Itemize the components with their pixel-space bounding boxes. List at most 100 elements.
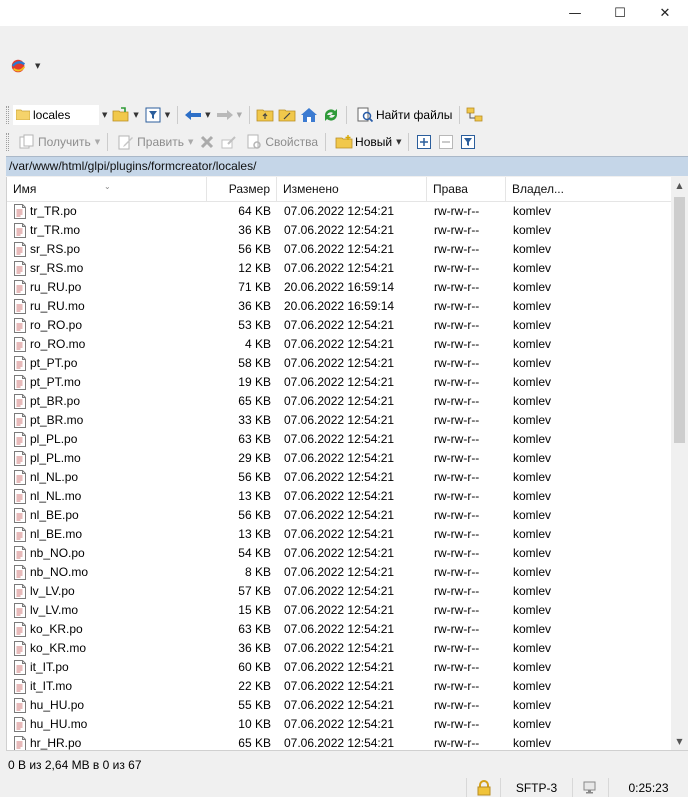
parent-directory-icon[interactable] [256,106,274,124]
file-name-cell[interactable]: pl_PL.po [14,430,77,449]
table-row[interactable]: nl_BE.po 56 KB 07.06.2022 12:54:21 rw-rw-r-… [7,506,671,525]
file-name-cell[interactable]: nl_NL.po [14,468,78,487]
download-button[interactable]: Получить [13,131,94,153]
file-name-cell[interactable]: lv_LV.mo [14,601,78,620]
file-name-cell[interactable]: ru_RU.po [14,278,81,297]
filter-icon[interactable] [144,106,162,124]
table-row[interactable]: pt_BR.mo 33 KB 07.06.2022 12:54:21 rw-rw-r-… [7,411,671,430]
table-row[interactable]: nb_NO.mo 8 KB 07.06.2022 12:54:21 rw-rw-r--… [7,563,671,582]
location-combo[interactable]: locales [13,105,99,125]
file-name-cell[interactable]: tr_TR.mo [14,221,80,240]
new-button[interactable]: Новый [330,131,395,153]
table-row[interactable]: sr_RS.mo 12 KB 07.06.2022 12:54:21 rw-rw-r-… [7,259,671,278]
file-name-cell[interactable]: ro_RO.po [14,316,82,335]
open-folder-icon[interactable] [112,106,130,124]
table-row[interactable]: pt_PT.mo 19 KB 07.06.2022 12:54:21 rw-rw-r-… [7,373,671,392]
file-name-cell[interactable]: nl_BE.mo [14,525,82,544]
table-row[interactable]: nb_NO.po 54 KB 07.06.2022 12:54:21 rw-rw-r-… [7,544,671,563]
tree-view-icon[interactable] [466,106,484,124]
vertical-scrollbar[interactable]: ▲ ▼ [671,177,688,750]
file-name-cell[interactable]: ko_KR.mo [14,639,86,658]
file-name-cell[interactable]: pl_PL.mo [14,449,81,468]
chevron-down-icon[interactable]: ▼ [133,111,138,119]
home-icon[interactable] [300,106,318,124]
table-row[interactable]: ko_KR.po 63 KB 07.06.2022 12:54:21 rw-rw-r-… [7,620,671,639]
delete-icon[interactable] [198,133,216,151]
chevron-down-icon[interactable]: ▼ [205,111,210,119]
root-directory-icon[interactable] [278,106,296,124]
column-header-rights[interactable]: Права [427,177,506,202]
file-name-cell[interactable]: ru_RU.mo [14,297,85,316]
table-row[interactable]: ro_RO.mo 4 KB 07.06.2022 12:54:21 rw-rw-r--… [7,335,671,354]
file-name-cell[interactable]: nb_NO.mo [14,563,88,582]
session-menu[interactable]: ▼ [8,57,43,75]
select-minus-icon[interactable] [437,133,455,151]
table-row[interactable]: nl_BE.mo 13 KB 07.06.2022 12:54:21 rw-rw-r-… [7,525,671,544]
table-row[interactable]: lv_LV.po 57 KB 07.06.2022 12:54:21 rw-rw-r-… [7,582,671,601]
file-name-cell[interactable]: sr_RS.po [14,240,80,259]
file-name-cell[interactable]: nl_BE.po [14,506,79,525]
scroll-up-arrow-icon[interactable]: ▲ [671,177,688,194]
file-name-cell[interactable]: ko_KR.po [14,620,83,639]
table-row[interactable]: pl_PL.po 63 KB 07.06.2022 12:54:21 rw-rw-r-… [7,430,671,449]
table-row[interactable]: nl_NL.po 56 KB 07.06.2022 12:54:21 rw-rw-r-… [7,468,671,487]
file-name-cell[interactable]: pt_PT.mo [14,373,81,392]
chevron-down-icon[interactable]: ▼ [237,111,242,119]
toolbar-grip[interactable] [6,133,9,151]
file-name-cell[interactable]: it_IT.po [14,658,69,677]
scroll-down-arrow-icon[interactable]: ▼ [671,733,688,750]
file-name-cell[interactable]: nb_NO.po [14,544,85,563]
file-name-cell[interactable]: ro_RO.mo [14,335,85,354]
table-row[interactable]: tr_TR.po 64 KB 07.06.2022 12:54:21 rw-rw-r-… [7,202,671,221]
scrollbar-thumb[interactable] [674,197,685,443]
table-row[interactable]: lv_LV.mo 15 KB 07.06.2022 12:54:21 rw-rw-r-… [7,601,671,620]
file-name-cell[interactable]: hu_HU.mo [14,715,87,734]
find-files-button[interactable]: Найти файлы [351,104,455,126]
table-row[interactable]: sr_RS.po 56 KB 07.06.2022 12:54:21 rw-rw-r-… [7,240,671,259]
select-plus-icon[interactable] [415,133,433,151]
table-row[interactable]: it_IT.po 60 KB 07.06.2022 12:54:21 rw-rw-r-… [7,658,671,677]
chevron-down-icon[interactable]: ▼ [396,138,401,146]
path-bar[interactable]: /var/www/html/glpi/plugins/formcreator/l… [6,156,688,176]
chevron-down-icon[interactable]: ▼ [35,62,40,70]
column-header-name[interactable]: Имя ⌄ [7,177,207,202]
file-name-cell[interactable]: sr_RS.mo [14,259,83,278]
column-header-modified[interactable]: Изменено [277,177,427,202]
edit-button[interactable]: Править [112,131,187,153]
table-row[interactable]: hr_HR.po 65 KB 07.06.2022 12:54:21 rw-rw-r-… [7,734,671,750]
column-header-size[interactable]: Размер [207,177,277,202]
rename-icon[interactable] [220,133,238,151]
chevron-down-icon[interactable]: ▼ [188,138,193,146]
table-row[interactable]: ko_KR.mo 36 KB 07.06.2022 12:54:21 rw-rw-r-… [7,639,671,658]
table-row[interactable]: hu_HU.mo 10 KB 07.06.2022 12:54:21 rw-rw-r-… [7,715,671,734]
chevron-down-icon[interactable]: ▼ [165,111,170,119]
table-row[interactable]: ro_RO.po 53 KB 07.06.2022 12:54:21 rw-rw-r-… [7,316,671,335]
forward-arrow-icon[interactable] [216,106,234,124]
table-row[interactable]: hu_HU.po 55 KB 07.06.2022 12:54:21 rw-rw-r-… [7,696,671,715]
table-row[interactable]: it_IT.mo 22 KB 07.06.2022 12:54:21 rw-rw-r-… [7,677,671,696]
filter-select-icon[interactable] [459,133,477,151]
file-name-cell[interactable]: hu_HU.po [14,696,84,715]
maximize-button[interactable]: ☐ [597,0,643,26]
file-name-cell[interactable]: hr_HR.po [14,734,81,750]
table-row[interactable]: ru_RU.po 71 KB 20.06.2022 16:59:14 rw-rw-r-… [7,278,671,297]
close-button[interactable]: ✕ [642,0,688,26]
refresh-icon[interactable] [322,106,340,124]
minimize-button[interactable]: — [552,0,598,26]
table-row[interactable]: pl_PL.mo 29 KB 07.06.2022 12:54:21 rw-rw-r-… [7,449,671,468]
file-name-cell[interactable]: nl_NL.mo [14,487,81,506]
file-name-cell[interactable]: pt_BR.po [14,392,80,411]
chevron-down-icon[interactable]: ▼ [95,138,100,146]
back-arrow-icon[interactable] [184,106,202,124]
file-name-cell[interactable]: pt_BR.mo [14,411,83,430]
table-row[interactable]: tr_TR.mo 36 KB 07.06.2022 12:54:21 rw-rw-r-… [7,221,671,240]
table-row[interactable]: nl_NL.mo 13 KB 07.06.2022 12:54:21 rw-rw-r-… [7,487,671,506]
table-row[interactable]: pt_PT.po 58 KB 07.06.2022 12:54:21 rw-rw-r-… [7,354,671,373]
file-name-cell[interactable]: pt_PT.po [14,354,77,373]
chevron-down-icon[interactable]: ▼ [102,111,107,119]
table-row[interactable]: ru_RU.mo 36 KB 20.06.2022 16:59:14 rw-rw-r-… [7,297,671,316]
properties-button[interactable]: Свойства [240,131,321,153]
file-name-cell[interactable]: tr_TR.po [14,202,77,221]
file-name-cell[interactable]: it_IT.mo [14,677,72,696]
toolbar-grip[interactable] [6,106,9,124]
